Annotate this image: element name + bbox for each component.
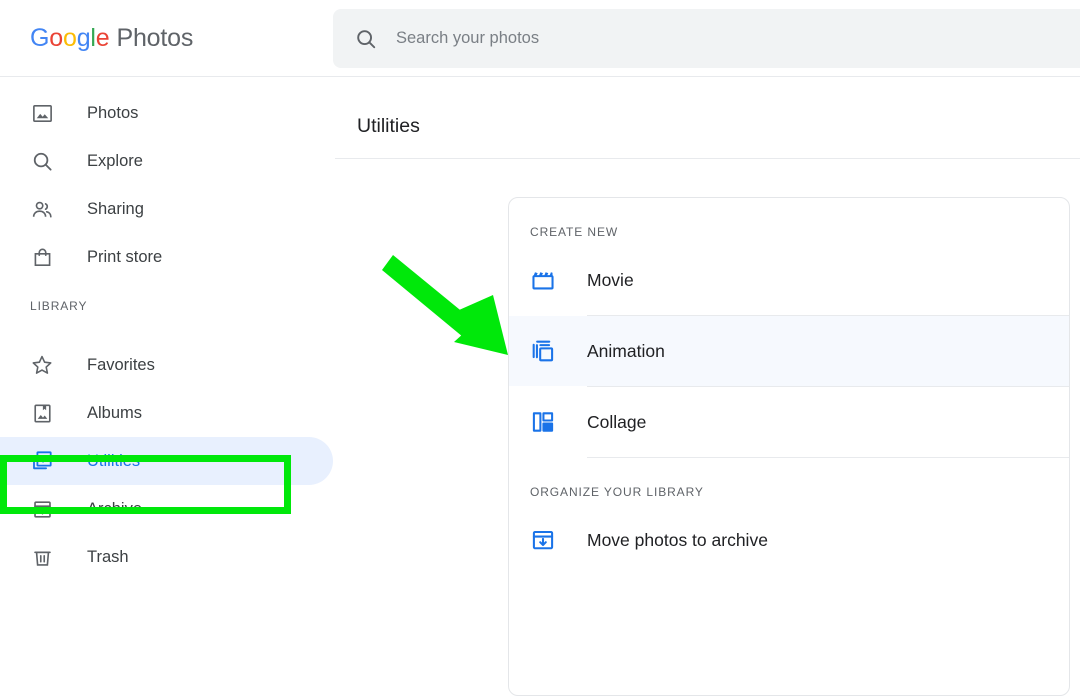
trash-icon <box>30 545 54 569</box>
google-photos-logo[interactable]: Google Photos <box>30 24 193 53</box>
sidebar-item-albums[interactable]: Albums <box>0 389 333 437</box>
app-header: Google Photos <box>0 0 1080 77</box>
sidebar-item-favorites[interactable]: Favorites <box>0 341 333 389</box>
card-row-label: Collage <box>587 411 647 432</box>
sidebar-item-photos[interactable]: Photos <box>0 89 333 137</box>
logo-letter-e: e <box>95 24 110 52</box>
search-icon <box>355 28 377 50</box>
utilities-card: CREATE NEW Movie Animation Collage ORGAN… <box>508 197 1070 696</box>
search-bar[interactable] <box>333 9 1080 68</box>
main-content: Utilities CREATE NEW Movie Animation Col… <box>333 78 1080 696</box>
star-icon <box>30 353 54 377</box>
sidebar-item-label: Favorites <box>87 355 155 374</box>
movie-clapper-icon <box>530 267 556 293</box>
utilities-icon <box>30 449 54 473</box>
card-row-label: Move photos to archive <box>587 529 768 550</box>
card-row-label: Animation <box>587 340 665 361</box>
logo-letter-g1: G <box>30 24 50 52</box>
search-input[interactable] <box>394 22 998 55</box>
sidebar-section-library-label: LIBRARY <box>30 299 88 313</box>
logo-letter-o2: o <box>62 24 77 52</box>
sidebar-item-label: Utilities <box>87 451 141 470</box>
logo-product-name: Photos <box>116 24 194 52</box>
photo-icon <box>30 101 54 125</box>
search-icon <box>30 149 54 173</box>
collage-grid-icon <box>530 409 556 435</box>
card-section-organize-label: ORGANIZE YOUR LIBRARY <box>530 485 704 499</box>
sidebar-item-label: Explore <box>87 151 143 170</box>
card-row-label: Movie <box>587 269 634 290</box>
card-row-movie[interactable]: Movie <box>509 245 1069 315</box>
logo-letter-o1: o <box>49 24 63 52</box>
card-row-collage[interactable]: Collage <box>509 387 1069 457</box>
sidebar-nav: Photos Explore Sharing Print store LIBRA… <box>0 78 333 618</box>
sidebar-item-label: Trash <box>87 547 129 566</box>
logo-letter-g2: g <box>76 24 91 52</box>
layers-icon <box>530 338 556 364</box>
archive-icon <box>30 497 54 521</box>
people-icon <box>30 197 54 221</box>
card-row-animation[interactable]: Animation <box>509 316 1069 386</box>
sidebar-item-label: Print store <box>87 247 163 266</box>
sidebar-item-label: Sharing <box>87 199 144 218</box>
sidebar-item-utilities[interactable]: Utilities <box>0 437 333 485</box>
card-row-move-photos-to-archive[interactable]: Move photos to archive <box>509 505 1069 575</box>
page-title: Utilities <box>357 115 420 137</box>
sidebar-item-label: Photos <box>87 103 139 122</box>
title-divider <box>335 158 1080 159</box>
archive-down-icon <box>530 527 556 553</box>
sidebar-item-explore[interactable]: Explore <box>0 137 333 185</box>
sidebar-item-label: Archive <box>87 499 143 518</box>
card-section-create-new-label: CREATE NEW <box>530 225 619 239</box>
sidebar-item-trash[interactable]: Trash <box>0 533 333 581</box>
sidebar-item-archive[interactable]: Archive <box>0 485 333 533</box>
sidebar-item-label: Albums <box>87 403 143 422</box>
album-icon <box>30 401 54 425</box>
sidebar-item-sharing[interactable]: Sharing <box>0 185 333 233</box>
sidebar-item-print-store[interactable]: Print store <box>0 233 333 281</box>
shopping-bag-icon <box>30 245 54 269</box>
